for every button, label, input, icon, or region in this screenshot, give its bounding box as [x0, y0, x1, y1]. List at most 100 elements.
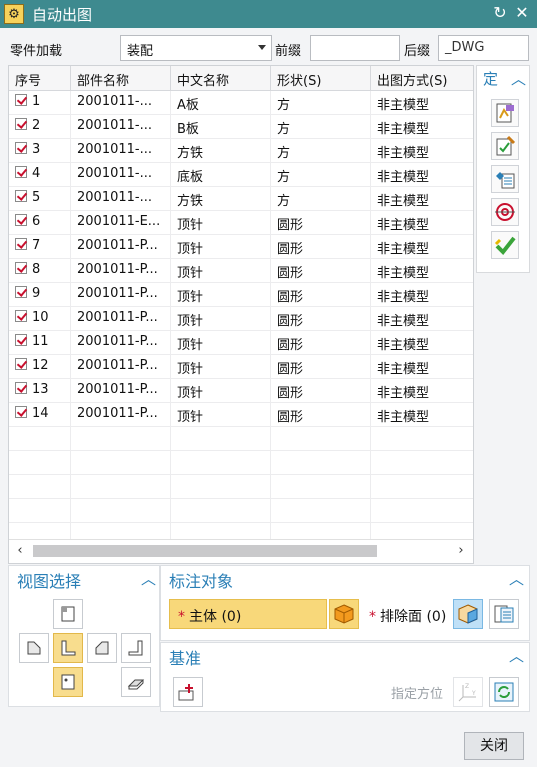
row-checkbox[interactable] [15, 286, 27, 298]
edit-sheet-icon[interactable] [491, 132, 519, 160]
svg-text:Y: Y [471, 690, 476, 697]
cell-text: 2 [32, 118, 41, 133]
row-checkbox[interactable] [15, 166, 27, 178]
view-select-header: 视图选择 [17, 572, 82, 591]
table-cell-no: 2 [9, 115, 71, 139]
cell-text: 顶针 [177, 362, 204, 377]
collapse-icon[interactable]: ︿ [509, 645, 524, 666]
collapse-icon[interactable]: ︿ [511, 68, 526, 89]
table-cell-mode: 非主模型 [371, 259, 473, 283]
table-row[interactable]: 11 2001011-P... 顶针 圆形 非主模型 [9, 331, 473, 355]
cell-text: 非主模型 [377, 146, 430, 161]
refresh-icon[interactable] [489, 677, 519, 707]
isometric-view-icon[interactable] [121, 667, 151, 697]
face-list-icon[interactable] [489, 599, 519, 629]
table-row[interactable]: 9 2001011-P... 顶针 圆形 非主模型 [9, 283, 473, 307]
cube-icon[interactable] [329, 599, 359, 629]
bottom-view-icon[interactable] [53, 667, 83, 697]
suffix-input[interactable]: _DWG [438, 35, 529, 61]
collapse-icon[interactable]: ︿ [509, 568, 524, 589]
column-header-mode[interactable]: 出图方式(S) [371, 66, 473, 91]
table-row[interactable]: 8 2001011-P... 顶针 圆形 非主模型 [9, 259, 473, 283]
cell-text: 方 [277, 194, 291, 209]
column-header-no[interactable]: 序号 [9, 66, 71, 91]
body-label: 主体 (0) [189, 609, 242, 625]
row-checkbox[interactable] [15, 382, 27, 394]
check-apply-icon[interactable] [491, 231, 519, 259]
table-cell-shape: 圆形 [271, 331, 371, 355]
cell-text: 非主模型 [377, 242, 430, 257]
scroll-right-icon[interactable]: › [453, 543, 469, 559]
table-row[interactable]: 4 2001011-... 底板 方 非主模型 [9, 163, 473, 187]
table-cell-shape: 圆形 [271, 259, 371, 283]
column-header-name[interactable]: 中文名称 [171, 66, 271, 91]
table-cell-no: 5 [9, 187, 71, 211]
horizontal-scrollbar[interactable]: ‹ › [9, 539, 473, 563]
back-view-icon[interactable] [121, 633, 151, 663]
scroll-left-icon[interactable]: ‹ [12, 543, 28, 559]
table-cell-empty [371, 427, 473, 451]
table-row[interactable]: 12 2001011-P... 顶针 圆形 非主模型 [9, 355, 473, 379]
sheet-template-icon[interactable] [491, 99, 519, 127]
target-icon[interactable] [491, 198, 519, 226]
table-row[interactable]: 7 2001011-P... 顶针 圆形 非主模型 [9, 235, 473, 259]
reset-icon[interactable]: ↻ [490, 3, 510, 23]
row-checkbox[interactable] [15, 262, 27, 274]
cell-text: 方铁 [177, 146, 204, 161]
csys-icon[interactable]: ZY [453, 677, 483, 707]
row-checkbox[interactable] [15, 358, 27, 370]
row-checkbox[interactable] [15, 94, 27, 106]
column-header-part[interactable]: 部件名称 [71, 66, 171, 91]
table-row[interactable]: 1 2001011-... A板 方 非主模型 [9, 91, 473, 115]
close-button[interactable]: 关闭 [464, 732, 524, 760]
table-row[interactable]: 2 2001011-... B板 方 非主模型 [9, 115, 473, 139]
table-cell-shape: 圆形 [271, 283, 371, 307]
row-checkbox[interactable] [15, 214, 27, 226]
cell-text: 圆形 [277, 338, 304, 353]
front-view-icon[interactable] [53, 633, 83, 663]
datum-header: 基准 [169, 649, 202, 668]
row-checkbox[interactable] [15, 118, 27, 130]
table-cell-no: 13 [9, 379, 71, 403]
row-checkbox[interactable] [15, 310, 27, 322]
datum-point-icon[interactable] [173, 677, 203, 707]
table-cell-shape: 方 [271, 115, 371, 139]
prefix-input[interactable] [310, 35, 400, 61]
left-view-icon[interactable] [19, 633, 49, 663]
cell-text: 非主模型 [377, 362, 430, 377]
view-list-icon[interactable] [491, 165, 519, 193]
table-row[interactable]: 10 2001011-P... 顶针 圆形 非主模型 [9, 307, 473, 331]
table-cell-shape: 圆形 [271, 403, 371, 427]
right-view-icon[interactable] [87, 633, 117, 663]
part-load-select[interactable]: 装配 [120, 35, 272, 61]
orientation-label: 指定方位 [391, 687, 444, 702]
close-icon[interactable]: ✕ [512, 3, 532, 23]
face-cube-icon[interactable] [453, 599, 483, 629]
title-bar: ⚙ 自动出图 ↻ ✕ [0, 0, 537, 28]
row-checkbox[interactable] [15, 238, 27, 250]
table-cell-name: 方铁 [171, 139, 271, 163]
table-header: 序号 部件名称 中文名称 形状(S) 出图方式(S) [9, 66, 473, 91]
body-selector[interactable]: * 主体 (0) [169, 599, 327, 629]
window-title: 自动出图 [32, 6, 93, 24]
row-checkbox[interactable] [15, 334, 27, 346]
table-cell-part: 2001011-P... [71, 403, 171, 427]
row-checkbox[interactable] [15, 142, 27, 154]
table-cell-name: 顶针 [171, 307, 271, 331]
table-row[interactable]: 3 2001011-... 方铁 方 非主模型 [9, 139, 473, 163]
scrollbar-thumb[interactable] [33, 545, 377, 557]
row-checkbox[interactable] [15, 406, 27, 418]
table-cell-empty [9, 451, 71, 475]
cell-text: 非主模型 [377, 314, 430, 329]
table-cell-name: B板 [171, 115, 271, 139]
chevron-down-icon [258, 45, 266, 50]
row-checkbox[interactable] [15, 190, 27, 202]
table-row[interactable]: 5 2001011-... 方铁 方 非主模型 [9, 187, 473, 211]
column-header-shape[interactable]: 形状(S) [271, 66, 371, 91]
table-row[interactable]: 14 2001011-P... 顶针 圆形 非主模型 [9, 403, 473, 427]
top-view-icon[interactable] [53, 599, 83, 629]
collapse-icon[interactable]: ︿ [141, 568, 156, 589]
cell-text: 2001011-P... [77, 238, 158, 253]
table-row[interactable]: 13 2001011-P... 顶针 圆形 非主模型 [9, 379, 473, 403]
table-row[interactable]: 6 2001011-E... 顶针 圆形 非主模型 [9, 211, 473, 235]
